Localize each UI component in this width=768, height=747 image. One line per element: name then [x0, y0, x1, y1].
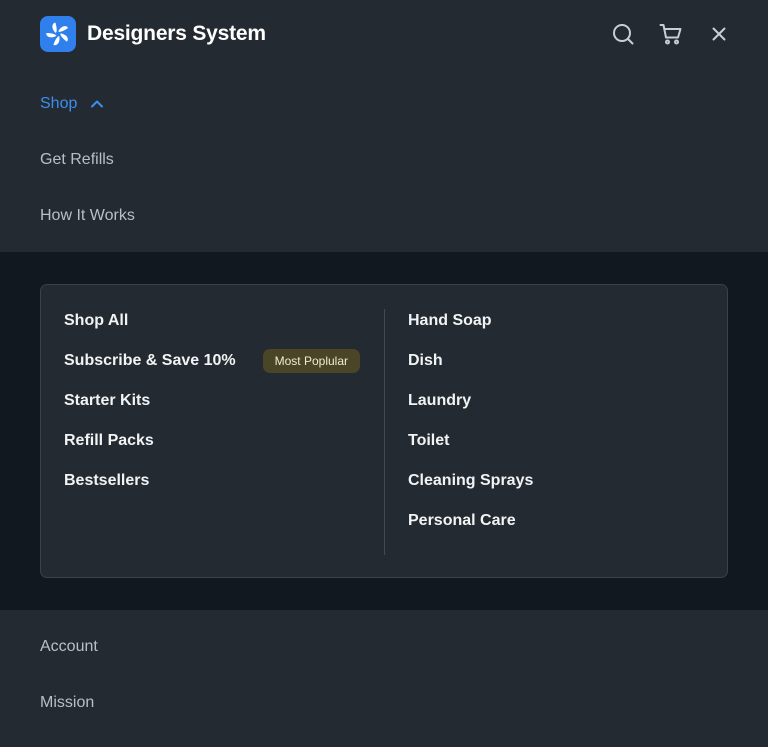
column-divider	[384, 309, 385, 555]
menu-link-label: Starter Kits	[64, 392, 151, 409]
shop-dropdown: Shop All Subscribe & Save 10% Most Poplu…	[0, 252, 768, 610]
logo-icon[interactable]	[40, 16, 76, 52]
menu-link-subscribe-save[interactable]: Subscribe & Save 10% Most Poplular	[64, 341, 364, 381]
header: Designers System	[0, 0, 768, 68]
mobile-menu: Designers System Shop Get Refills How It…	[0, 0, 768, 747]
nav-item-get-refills[interactable]: Get Refills	[0, 132, 768, 188]
nav-item-label: How It Works	[40, 207, 135, 224]
cart-icon[interactable]	[658, 21, 684, 47]
menu-link-label: Hand Soap	[408, 312, 492, 329]
search-icon[interactable]	[610, 21, 636, 47]
nav-item-label: Shop	[40, 95, 78, 112]
nav-top: Shop Get Refills How It Works	[0, 76, 768, 244]
menu-link-refill-packs[interactable]: Refill Packs	[64, 421, 364, 461]
menu-link-label: Refill Packs	[64, 432, 154, 449]
nav-item-label: Account	[40, 638, 98, 655]
nav-item-shop[interactable]: Shop	[0, 76, 768, 132]
menu-link-label: Personal Care	[408, 512, 516, 529]
dropdown-panel: Shop All Subscribe & Save 10% Most Poplu…	[40, 284, 728, 578]
chevron-up-icon[interactable]	[89, 96, 105, 112]
close-icon[interactable]	[706, 21, 732, 47]
menu-link-personal-care[interactable]: Personal Care	[408, 501, 708, 541]
nav-item-mission[interactable]: Mission	[0, 675, 768, 731]
menu-link-label: Laundry	[408, 392, 472, 409]
menu-link-hand-soap[interactable]: Hand Soap	[408, 301, 708, 341]
header-actions	[610, 21, 732, 47]
menu-link-label: Subscribe & Save 10%	[64, 352, 236, 369]
dropdown-column-right: Hand Soap Dish Laundry Toilet Cleaning S…	[408, 301, 708, 541]
menu-link-label: Toilet	[408, 432, 450, 449]
menu-link-label: Dish	[408, 352, 443, 369]
nav-item-label: Mission	[40, 694, 95, 711]
menu-link-label: Shop All	[64, 312, 129, 329]
menu-link-bestsellers[interactable]: Bestsellers	[64, 461, 364, 501]
menu-link-starter-kits[interactable]: Starter Kits	[64, 381, 364, 421]
brand-name[interactable]: Designers System	[87, 22, 266, 46]
menu-link-label: Bestsellers	[64, 472, 150, 489]
menu-link-shop-all[interactable]: Shop All	[64, 301, 364, 341]
nav-item-how-it-works[interactable]: How It Works	[0, 188, 768, 244]
dropdown-column-left: Shop All Subscribe & Save 10% Most Poplu…	[64, 301, 364, 501]
menu-link-cleaning-sprays[interactable]: Cleaning Sprays	[408, 461, 708, 501]
menu-link-label: Cleaning Sprays	[408, 472, 534, 489]
nav-item-account[interactable]: Account	[0, 619, 768, 675]
menu-link-dish[interactable]: Dish	[408, 341, 708, 381]
nav-bottom: Account Mission	[0, 619, 768, 731]
most-popular-badge: Most Poplular	[262, 349, 361, 373]
nav-item-label: Get Refills	[40, 151, 114, 168]
menu-link-laundry[interactable]: Laundry	[408, 381, 708, 421]
menu-link-toilet[interactable]: Toilet	[408, 421, 708, 461]
